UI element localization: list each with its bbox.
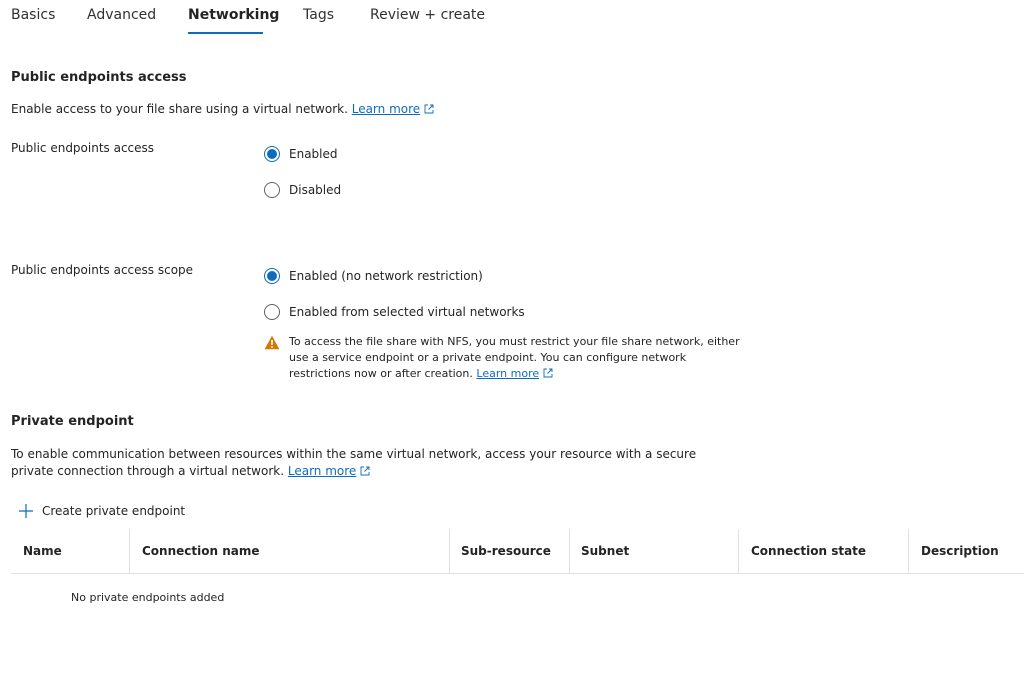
column-header-description[interactable]: Description — [921, 529, 999, 573]
column-header-name[interactable]: Name — [23, 529, 62, 573]
empty-table-message: No private endpoints added — [71, 591, 225, 604]
active-tab-indicator — [188, 32, 263, 34]
public-learn-more-link[interactable]: Learn more — [352, 102, 420, 116]
warning-learn-more-link[interactable]: Learn more — [476, 367, 539, 380]
create-private-endpoint-label: Create private endpoint — [42, 504, 186, 518]
column-divider[interactable] — [449, 529, 450, 573]
private-endpoint-description: To enable communication between resource… — [11, 446, 711, 480]
public-endpoints-description-text: Enable access to your file share using a… — [11, 102, 348, 116]
private-learn-more-link[interactable]: Learn more — [288, 464, 356, 478]
column-header-connection-name[interactable]: Connection name — [142, 529, 260, 573]
tab-bar: Basics Advanced Networking Tags Review +… — [0, 0, 1024, 36]
radio-scope-no-restriction-label: Enabled (no network restriction) — [289, 269, 483, 283]
radio-scope-selected-networks[interactable]: Enabled from selected virtual networks — [264, 304, 525, 320]
external-link-icon[interactable] — [543, 368, 553, 378]
column-header-sub-resource[interactable]: Sub-resource — [461, 529, 551, 573]
tab-advanced[interactable]: Advanced — [87, 7, 156, 23]
radio-access-enabled-label: Enabled — [289, 147, 338, 161]
private-endpoint-section-title: Private endpoint — [11, 414, 134, 429]
warning-icon — [264, 335, 280, 350]
column-divider[interactable] — [129, 529, 130, 573]
radio-button-checked[interactable] — [264, 268, 280, 284]
column-header-subnet[interactable]: Subnet — [581, 529, 629, 573]
radio-scope-no-restriction[interactable]: Enabled (no network restriction) — [264, 268, 483, 284]
external-link-icon[interactable] — [360, 466, 370, 476]
tab-review-create[interactable]: Review + create — [370, 7, 485, 23]
private-endpoints-table-header: Name Connection name Sub-resource Subnet… — [11, 529, 1024, 574]
tab-tags[interactable]: Tags — [303, 7, 334, 23]
column-divider[interactable] — [738, 529, 739, 573]
radio-button-unchecked[interactable] — [264, 182, 280, 198]
tab-networking[interactable]: Networking — [188, 7, 279, 23]
radio-scope-selected-networks-label: Enabled from selected virtual networks — [289, 305, 525, 319]
column-divider[interactable] — [908, 529, 909, 573]
radio-access-disabled-label: Disabled — [289, 183, 342, 197]
external-link-icon[interactable] — [424, 104, 434, 114]
radio-button-unchecked[interactable] — [264, 304, 280, 320]
column-header-connection-state[interactable]: Connection state — [751, 529, 866, 573]
plus-icon — [19, 504, 33, 518]
radio-access-disabled[interactable]: Disabled — [264, 182, 341, 198]
create-private-endpoint-button[interactable]: Create private endpoint — [18, 503, 185, 519]
public-scope-label: Public endpoints access scope — [11, 263, 194, 277]
tab-basics[interactable]: Basics — [11, 7, 55, 23]
nfs-warning: To access the file share with NFS, you m… — [264, 334, 744, 382]
public-endpoints-section-title: Public endpoints access — [11, 70, 187, 85]
radio-access-enabled[interactable]: Enabled — [264, 146, 338, 162]
warning-message: To access the file share with NFS, you m… — [289, 334, 744, 382]
public-access-label: Public endpoints access — [11, 141, 155, 155]
radio-button-checked[interactable] — [264, 146, 280, 162]
public-endpoints-description: Enable access to your file share using a… — [11, 102, 434, 116]
column-divider[interactable] — [569, 529, 570, 573]
